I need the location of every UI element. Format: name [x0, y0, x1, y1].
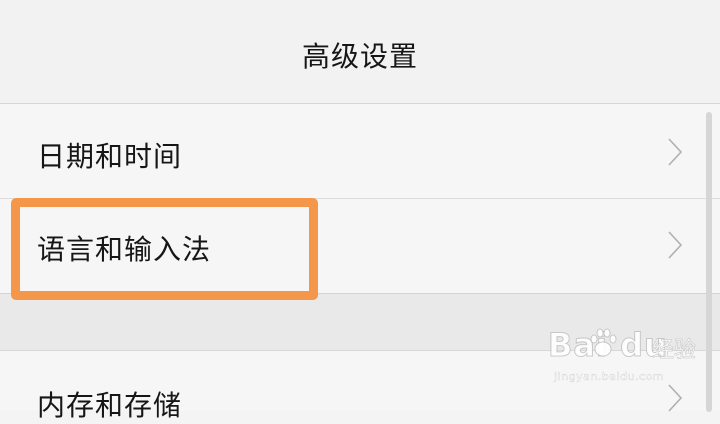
- settings-item-date-time[interactable]: 日期和时间: [0, 104, 720, 199]
- top-bar: 高级设置: [0, 0, 720, 104]
- settings-item-language-input[interactable]: 语言和输入法: [0, 199, 720, 294]
- settings-item-memory-storage[interactable]: 内存和存储: [0, 351, 720, 422]
- settings-item-label: 语言和输入法: [37, 233, 212, 266]
- scrollbar[interactable]: [706, 112, 712, 412]
- section-divider: [0, 294, 720, 351]
- chevron-right-icon: [668, 231, 683, 259]
- page-title: 高级设置: [301, 39, 418, 73]
- chevron-right-icon: [668, 384, 683, 412]
- settings-item-label: 内存和存储: [37, 389, 183, 422]
- chevron-right-icon: [668, 138, 683, 166]
- settings-item-label: 日期和时间: [37, 140, 183, 173]
